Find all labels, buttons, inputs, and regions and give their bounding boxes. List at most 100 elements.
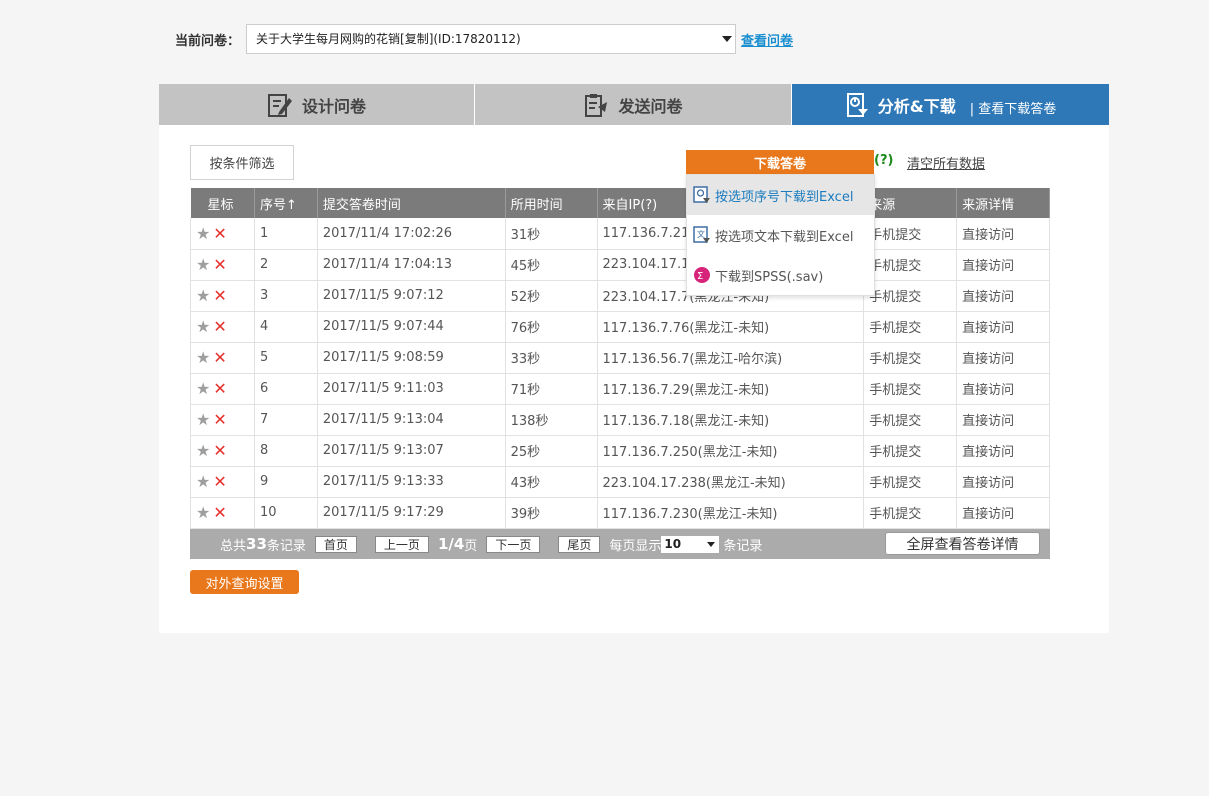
row-source-detail: 直接访问 [956,373,1050,405]
per-page-select[interactable]: 10 [661,535,720,553]
table-row: ★ ✕ 3 2017/11/5 9:07:12 52秒 223.104.17.7(黑龙江-… [190,280,1050,312]
row-duration: 43秒 [505,466,598,498]
row-number: 7 [254,404,318,436]
svg-text:文: 文 [697,229,705,239]
tab-send[interactable]: 发送问卷 [475,84,792,125]
row-source: 手机提交 [863,280,958,312]
delete-icon[interactable]: ✕ [213,441,226,460]
col-source: 来源 [863,188,958,218]
row-source-detail: 直接访问 [956,311,1050,343]
page-suffix: 页 [464,538,478,554]
delete-icon[interactable]: ✕ [213,317,226,336]
tab-send-label: 发送问卷 [618,96,683,116]
row-number: 4 [254,311,318,343]
row-source: 手机提交 [863,466,958,498]
prev-page-button[interactable]: 上一页 [374,535,429,553]
edit-doc-icon [267,92,293,118]
download-spss-label: 下载到SPSS(.sav) [715,269,824,285]
row-ip: 223.104.17.238(黑龙江-未知) [597,466,865,498]
total-prefix: 总共 [220,538,247,554]
row-time: 2017/11/5 9:13:33 [317,466,506,498]
delete-icon[interactable]: ✕ [213,348,226,367]
view-download-answers-link[interactable]: | 查看下载答卷 [970,98,1057,117]
external-query-settings-button[interactable]: 对外查询设置 [190,570,299,594]
star-icon[interactable]: ★ [196,503,210,522]
row-time: 2017/11/4 17:04:13 [317,249,506,281]
row-source: 手机提交 [863,373,958,405]
download-menu: 按选项序号下载到Excel 文 按选项文本下载到Excel Σ 下载到SPSS(… [686,174,875,296]
download-spss[interactable]: Σ 下载到SPSS(.sav) [687,255,874,295]
star-icon[interactable]: ★ [196,472,210,491]
delete-icon[interactable]: ✕ [213,255,226,274]
row-source-detail: 直接访问 [956,342,1050,374]
delete-icon[interactable]: ✕ [213,379,226,398]
first-page-button[interactable]: 首页 [314,535,357,553]
col-number[interactable]: 序号↑ [254,188,318,218]
tab-design-label: 设计问卷 [301,96,366,116]
row-ip: 117.136.7.18(黑龙江-未知) [597,404,865,436]
star-icon[interactable]: ★ [196,441,210,460]
table-row: ★ ✕ 4 2017/11/5 9:07:44 76秒 117.136.7.76(黑龙江-… [190,311,1050,343]
row-number: 1 [254,218,318,250]
row-duration: 45秒 [505,249,598,281]
table-row: ★ ✕ 1 2017/11/4 17:02:26 31秒 117.136.7.21 手机提交… [190,218,1050,250]
row-source: 手机提交 [863,249,958,281]
star-icon[interactable]: ★ [196,410,210,429]
row-time: 2017/11/5 9:17:29 [317,497,506,529]
clear-all-data-link[interactable]: 清空所有数据 [907,153,985,172]
download-excel-by-index[interactable]: 按选项序号下载到Excel [687,175,874,215]
delete-icon[interactable]: ✕ [213,503,226,522]
star-icon[interactable]: ★ [196,255,210,274]
star-icon[interactable]: ★ [196,286,210,305]
help-link[interactable]: (?) [874,153,893,168]
star-icon[interactable]: ★ [196,317,210,336]
total-suffix: 条记录 [266,538,306,554]
col-duration: 所用时间 [505,188,598,218]
download-report-icon [845,92,869,118]
row-duration: 25秒 [505,435,598,467]
star-icon[interactable]: ★ [196,224,210,243]
row-ip: 117.136.56.7(黑龙江-哈尔滨) [597,342,865,374]
row-source: 手机提交 [863,435,958,467]
fullscreen-view-button[interactable]: 全屏查看答卷详情 [885,532,1040,555]
last-page-button[interactable]: 尾页 [558,535,601,553]
row-number: 8 [254,435,318,467]
row-time: 2017/11/5 9:07:44 [317,311,506,343]
table-row: ★ ✕ 5 2017/11/5 9:08:59 33秒 117.136.56.7(黑龙江-… [190,342,1050,374]
download-excel-by-text[interactable]: 文 按选项文本下载到Excel [687,215,874,255]
star-icon[interactable]: ★ [196,379,210,398]
delete-icon[interactable]: ✕ [213,286,226,305]
star-icon[interactable]: ★ [196,348,210,367]
survey-select-value: 关于大学生每月网购的花销[复制](ID:17820112) [256,32,521,46]
col-source-detail: 来源详情 [956,188,1050,218]
row-source: 手机提交 [863,342,958,374]
row-ip: 117.136.7.250(黑龙江-未知) [597,435,865,467]
survey-selector-bar: 当前问卷： 关于大学生每月网购的花销[复制](ID:17820112) 查看问卷 [175,24,793,54]
answers-table: 星标 序号↑ 提交答卷时间 所用时间 来自IP(?) 来源 来源详情 ★ ✕ 1 20… [190,188,1050,529]
send-doc-icon [583,92,609,118]
table-header-row: 星标 序号↑ 提交答卷时间 所用时间 来自IP(?) 来源 来源详情 [190,188,1050,218]
col-star: 星标 [190,188,255,218]
download-answers-button[interactable]: 下载答卷 [686,150,874,174]
delete-icon[interactable]: ✕ [213,410,226,429]
download-excel-by-text-label: 按选项文本下载到Excel [715,229,854,245]
row-time: 2017/11/4 17:02:26 [317,218,506,250]
row-duration: 71秒 [505,373,598,405]
tab-analysis-download[interactable]: 分析&下载 | 查看下载答卷 [792,84,1109,133]
next-page-button[interactable]: 下一页 [486,535,541,553]
delete-icon[interactable]: ✕ [213,472,226,491]
row-time: 2017/11/5 9:11:03 [317,373,506,405]
delete-icon[interactable]: ✕ [213,224,226,243]
filter-button[interactable]: 按条件筛选 [190,145,294,180]
row-ip: 117.136.7.29(黑龙江-未知) [597,373,865,405]
svg-text:Σ: Σ [697,271,703,282]
main-panel: 按条件筛选 下载答卷 (?) 清空所有数据 星标 序号↑ 提交答卷时间 所用时间… [159,125,1109,633]
row-source-detail: 直接访问 [956,497,1050,529]
row-source-detail: 直接访问 [956,466,1050,498]
row-number: 6 [254,373,318,405]
view-survey-link[interactable]: 查看问卷 [741,30,793,49]
row-duration: 138秒 [505,404,598,436]
survey-select[interactable]: 关于大学生每月网购的花销[复制](ID:17820112) [246,24,737,54]
tab-design[interactable]: 设计问卷 [159,84,475,125]
excel-text-icon: 文 [693,226,711,244]
